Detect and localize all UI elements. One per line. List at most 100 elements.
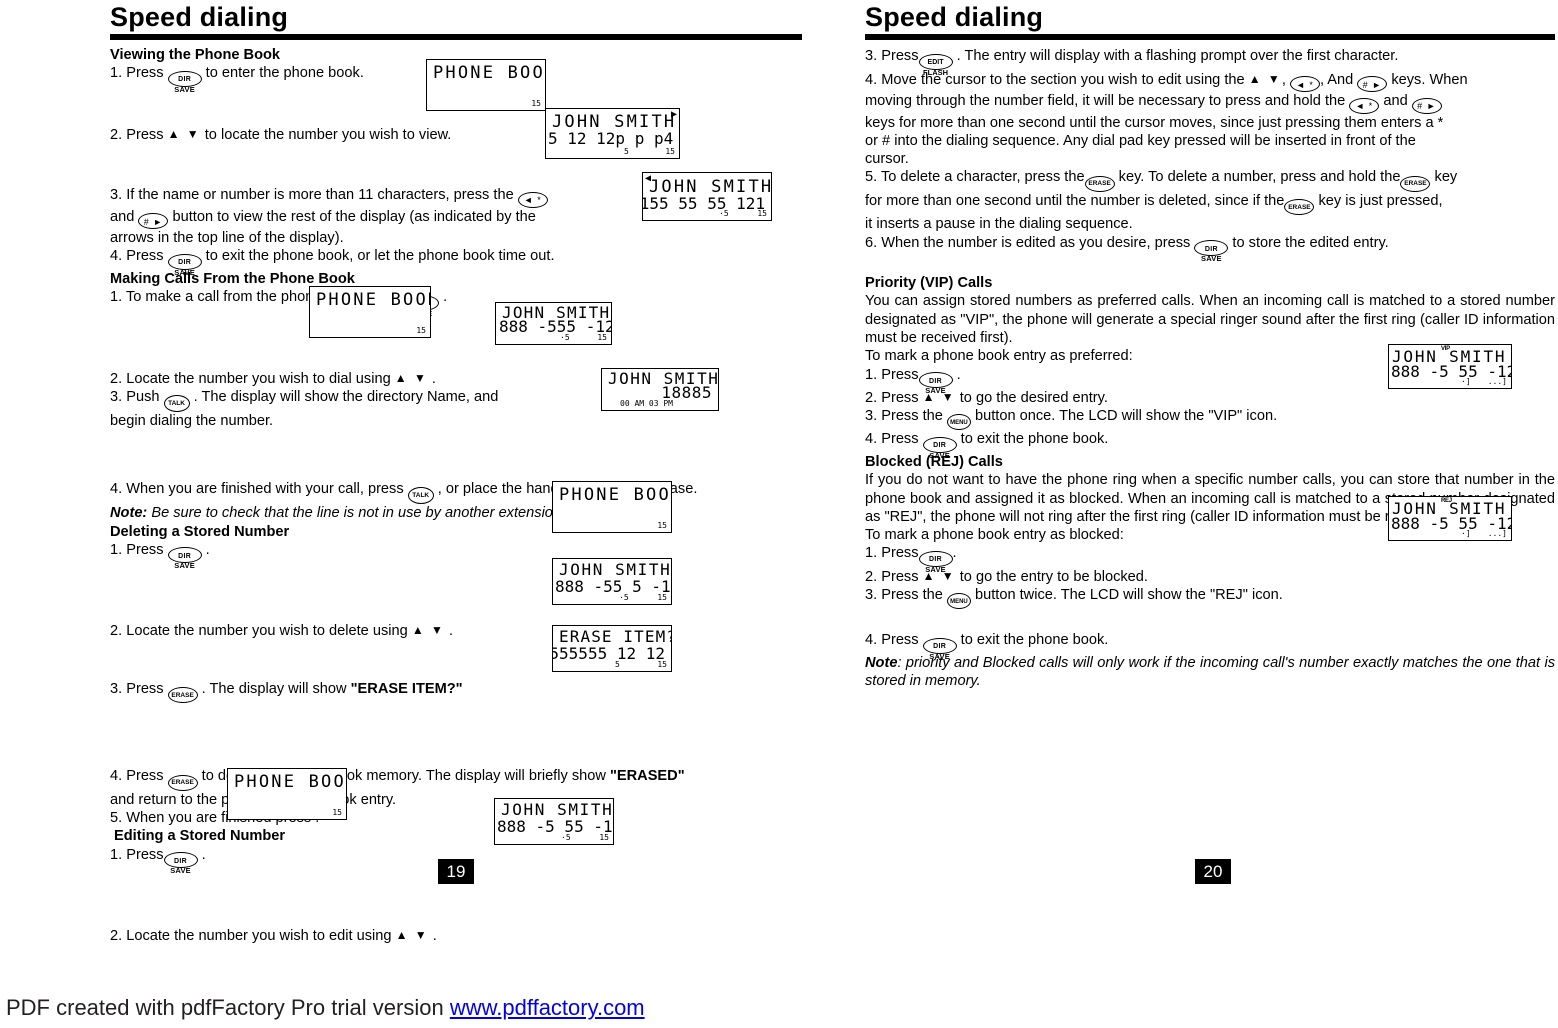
lcd-line-1: PHONE BOOK — [559, 485, 672, 505]
talk-key-icon[interactable]: TALK — [407, 487, 434, 505]
dir-save-key-icon[interactable]: DIRSAVE — [918, 372, 953, 394]
pdffactory-link[interactable]: www.pdffactory.com — [450, 995, 645, 1020]
step-edit-1-text-b: . — [201, 846, 206, 863]
lcd-mini-indicator: ...] — [1487, 529, 1507, 538]
page-title-left: Speed dialing — [110, 2, 289, 32]
lcd-phone-book-4: PHONE BOOK 15 — [227, 768, 347, 820]
up-down-arrow-icon[interactable]: ▲ ▼ — [396, 926, 429, 944]
step-call-3-text-a: 3. Push — [110, 388, 160, 405]
erase-key-icon[interactable]: ERASE — [1284, 199, 1315, 216]
note-line-extension: Note: Be sure to check that the line is … — [110, 504, 822, 522]
left-page-column: Speed dialing Viewing the Phone Book 1. … — [110, 0, 822, 944]
title-rule-left — [110, 34, 802, 40]
erase-key-icon[interactable]: ERASE — [1400, 175, 1431, 192]
edit-flash-key-icon[interactable]: EDIT FLASH — [918, 53, 953, 76]
step-delete-4-text-a: 4. Press — [110, 768, 164, 785]
lcd-line-2: 155 55 55 121 — [642, 194, 765, 213]
heading-blocked-rej: Blocked (REJ) Calls — [865, 453, 1003, 470]
step-edit-5-line3: it inserts a pause in the dialing sequen… — [865, 216, 1133, 233]
lcd-mini-indicator: 15 — [757, 209, 767, 218]
step-call-2-text-a: 2. Locate the number you wish to dial us… — [110, 370, 391, 387]
lcd-mini-indicator: 15 — [657, 521, 667, 530]
dir-save-key-icon[interactable]: DIRSAVE — [922, 436, 957, 459]
step-delete-4-text-c: "ERASED" — [609, 768, 685, 785]
step-edit-5-text-a: 5. To delete a character, press the — [865, 169, 1085, 186]
step-rej-4-text-a: 4. Press — [865, 632, 919, 649]
step-rej-4-text-b: to exit the phone book. — [960, 632, 1109, 649]
dir-save-key-icon[interactable]: DIRSAVE — [163, 852, 198, 874]
up-down-arrow-icon[interactable]: ▲ ▼ — [1249, 70, 1282, 88]
step-vip-2: 2. Press ▲ ▼ to go the desired entry. — [865, 388, 1558, 407]
title-rule-right — [865, 34, 1555, 40]
step-call-4: 4. When you are finished with your call,… — [110, 480, 822, 505]
step-vip-4: 4. Press DIR SAVE to exit the phone book. — [865, 430, 1558, 459]
note-priority-blocked: Note: priority and Blocked calls will on… — [865, 654, 1555, 691]
step-edit-3-text-a: 3. Press — [865, 48, 919, 64]
step-delete-3: 3. Press ERASE . The display will show "… — [110, 680, 822, 704]
pound-right-key-icon[interactable]: # ► — [1411, 97, 1442, 114]
up-down-arrow-icon[interactable]: ▲ ▼ — [412, 621, 445, 639]
erase-key-icon[interactable]: ERASE — [167, 774, 198, 791]
step-edit-2-text-b: . — [432, 928, 437, 945]
step-edit-4-line1: 4. Move the cursor to the section you wi… — [865, 70, 1558, 92]
lcd-mini-indicator: ...] — [1487, 377, 1507, 386]
dir-save-key-icon[interactable]: DIRSAVE — [167, 253, 202, 276]
step-edit-2-text-a: 2. Locate the number you wish to edit us… — [110, 928, 392, 945]
step-edit-4-text-d: keys. When — [1391, 71, 1468, 88]
step-vip-3-text-b: button once. The LCD will show the "VIP"… — [975, 408, 1278, 425]
step-delete-4-line1: 4. Press ERASE to delete the phone book … — [110, 767, 822, 791]
erase-key-icon[interactable]: ERASE — [167, 687, 198, 704]
menu-key-icon[interactable]: MENU — [946, 414, 971, 431]
step-rej-1-text-b: . — [952, 545, 957, 562]
manual-page: Speed dialing Viewing the Phone Book 1. … — [0, 0, 1558, 1028]
up-down-arrow-icon[interactable]: ▲ ▼ — [395, 369, 428, 387]
page-number-left: 19 — [438, 859, 474, 884]
step-edit-5-text-c: key — [1434, 169, 1458, 186]
dir-save-key-icon[interactable]: DIRSAVE — [918, 550, 953, 573]
lcd-line-2: 555555 12 12 — [552, 644, 665, 663]
step-delete-2: 2. Locate the number you wish to delete … — [110, 621, 822, 640]
step-rej-4: 4. Press DIR SAVE to exit the phone book. — [865, 631, 1558, 660]
erase-key-icon[interactable]: ERASE — [1084, 175, 1115, 192]
step-view-2-text-a: 2. Press — [110, 126, 164, 143]
step-delete-3-text-a: 3. Press — [110, 680, 164, 697]
dir-save-key-icon[interactable]: DIRSAVE — [167, 547, 202, 569]
dir-save-key-icon[interactable]: DIRSAVE — [1194, 240, 1229, 262]
lcd-mini-mid: ·5 — [561, 833, 571, 842]
lcd-john-smith-2: ◀ JOHN SMITH 155 55 55 121 ·5 15 — [642, 172, 772, 221]
lcd-john-smith-4: JOHN SMITH 888 -55 5 -12 12 ·5 15 — [552, 558, 672, 605]
step-call-4-text-a: 4. When you are finished with your call,… — [110, 481, 404, 498]
pound-right-key-icon[interactable]: # ► — [138, 213, 169, 230]
up-down-arrow-icon[interactable]: ▲ ▼ — [168, 125, 201, 143]
step-edit-2: 2. Locate the number you wish to edit us… — [110, 926, 822, 945]
lcd-vip-entry: VIP JOHN SMITH 888 -5 55 -12 12 ·] ...] — [1388, 344, 1512, 389]
star-left-key-icon[interactable]: ◄ * — [517, 191, 548, 208]
footer-text: PDF created with pdfFactory Pro trial ve… — [6, 995, 450, 1020]
step-view-3-text-a: 3. If the name or number is more than 11… — [110, 187, 514, 204]
lcd-mini-mid: ·] — [1461, 377, 1471, 386]
step-delete-1-text-a: 1. Press — [110, 541, 164, 558]
star-left-key-icon[interactable]: ◄ * — [1349, 97, 1380, 114]
step-edit-4-line2: moving through the number field, it will… — [865, 92, 1558, 114]
step-vip-4-text-a: 4. Press — [865, 431, 919, 448]
lcd-line-1: PHONE BOOK — [433, 63, 546, 83]
step-delete-3-text-b: . The display will show — [201, 680, 347, 697]
pound-right-key-icon[interactable]: # ► — [1357, 76, 1388, 92]
talk-key-icon[interactable]: TALK — [163, 394, 190, 412]
note-text: Be sure to check that the line is not in… — [147, 505, 566, 522]
dir-save-key-icon[interactable]: DIRSAVE — [167, 70, 202, 93]
scroll-right-arrow-icon: ▶ — [670, 109, 677, 120]
step-view-3-text-c: button to view the rest of the display (… — [172, 208, 536, 225]
menu-key-icon[interactable]: MENU — [946, 593, 971, 610]
note-label: Note: — [110, 505, 148, 522]
step-delete-4-line2: and return to the previous phone book en… — [110, 791, 397, 808]
step-edit-1-text-a: 1. Press — [110, 846, 164, 863]
lcd-mini-indicator: 15 — [597, 333, 607, 342]
step-edit-4-line3: keys for more than one second until the … — [865, 114, 1444, 131]
step-vip-3-text-a: 3. Press the — [865, 408, 943, 425]
pdf-footer: PDF created with pdfFactory Pro trial ve… — [6, 995, 645, 1021]
dir-save-key-icon[interactable]: DIRSAVE — [922, 637, 957, 660]
star-left-key-icon[interactable]: ◄ * — [1289, 76, 1320, 92]
step-call-3-line2: begin dialing the number. — [110, 412, 274, 429]
step-vip-1-text-a: 1. Press — [865, 366, 919, 383]
